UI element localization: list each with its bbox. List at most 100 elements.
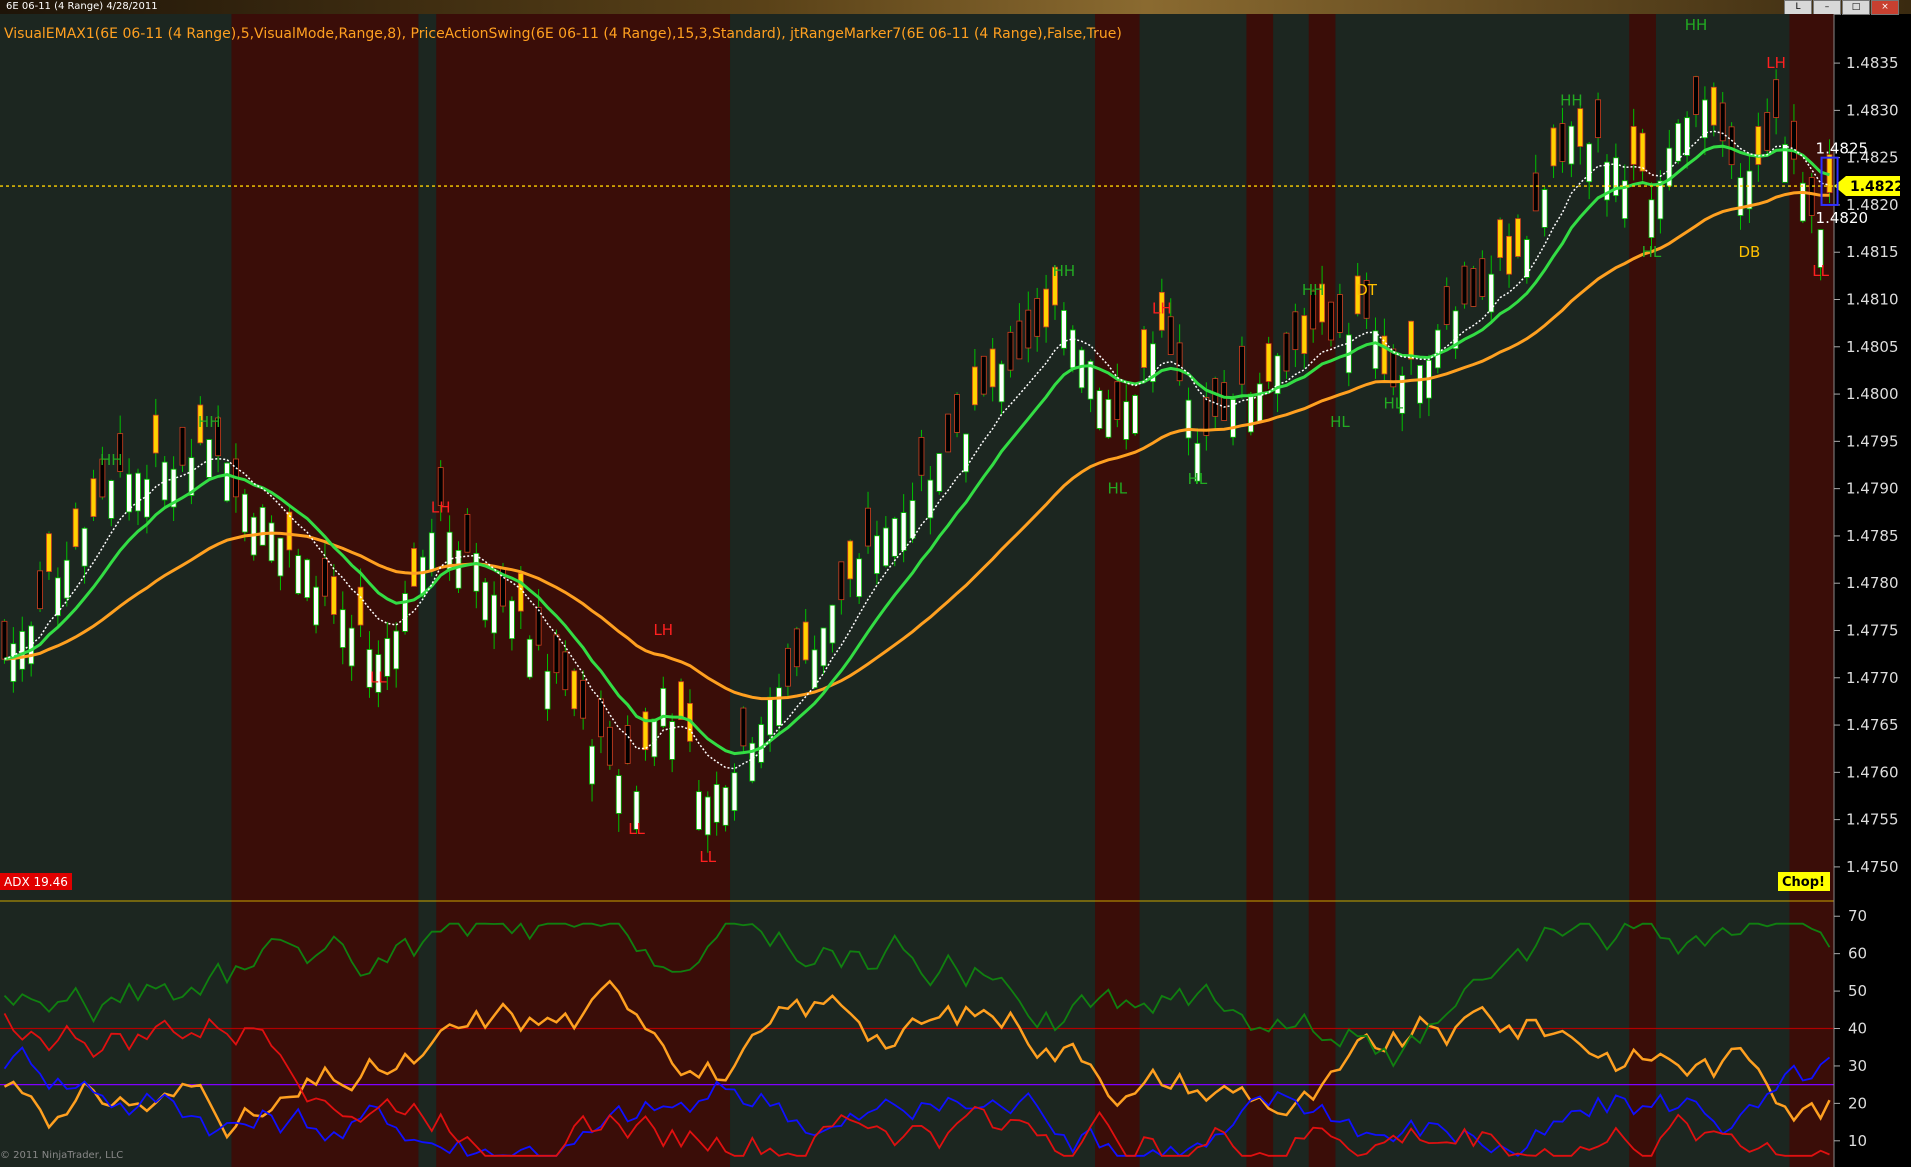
candle-body [1434,329,1441,369]
price-axis-label: 1.4835 [1846,54,1899,72]
chart-canvas[interactable]: HH HH LH LL LH LL LL HH LH HL HL HH DT HL HL HH HL HH LH DB… [0,14,1911,1167]
price-axis-label: 1.4780 [1846,574,1899,592]
chop-region [1308,14,1336,1167]
price-axis-label: 1.4805 [1846,338,1899,356]
candle-body [1043,288,1049,328]
price-axis-label: 1.4770 [1846,669,1899,687]
candle-body [393,630,400,670]
candle-body [1506,235,1512,275]
price-axis-label: 1.4765 [1846,716,1899,734]
current-price-tag: 1.4822 [1834,176,1904,197]
candle-body [909,500,916,539]
candle-body [544,670,551,710]
candle-body [126,473,132,513]
candle-body [464,513,471,553]
adx-badge-text: ADX 19.46 [4,875,68,889]
candle-body [313,586,319,626]
candle-body [1515,218,1521,257]
candle-body [758,724,765,763]
osc-axis-label: 70 [1848,907,1867,925]
candle-body [348,627,355,667]
chop-region [1095,14,1140,1167]
candle-body [322,557,328,597]
candle-body [785,647,791,687]
candle-body [330,576,337,615]
candle-body [1141,329,1147,368]
candle-body [553,634,560,674]
oscillator-axis[interactable]: 70 60 50 40 30 20 10 [1834,907,1867,1150]
candle-body [455,549,462,589]
candle-body [1710,86,1717,126]
candle-body [1737,177,1744,216]
candle-body [259,507,266,546]
candle-body [1479,258,1486,297]
candle-body [713,784,720,823]
candle-body [1443,286,1450,325]
swing-label: LL [699,848,716,866]
candle-body [1693,76,1699,115]
candle-body [152,414,159,454]
candle-body [1630,126,1637,165]
candle-body [1523,239,1530,278]
candle-body [509,600,515,640]
candle-body [874,535,880,575]
maximize-button[interactable]: □ [1842,0,1870,15]
candle-body [642,711,649,751]
minimize-button[interactable]: – [1813,0,1841,15]
price-axis-label: 1.4760 [1846,763,1899,781]
chop-badge-text: Chop! [1782,875,1825,890]
candle-body [1372,330,1379,370]
candle-body [1541,189,1548,228]
swing-label: HH [100,451,123,469]
osc-axis-label: 50 [1848,982,1867,1000]
candle-body [856,558,863,598]
candle-body [1657,180,1664,220]
candle-body [81,527,88,567]
candle-body [660,688,667,727]
candle-body [918,437,925,476]
candle-body [419,556,426,596]
candle-body [304,559,311,599]
candle-body [1408,320,1415,360]
candle-body [1755,126,1762,165]
candle-body [526,638,533,678]
candle-body [954,394,960,433]
candle-body [473,552,480,592]
candle-body [1096,390,1103,429]
candle-body [10,643,17,682]
price-axis-label: 1.4795 [1846,432,1899,450]
link-button[interactable]: L [1784,0,1812,15]
candle-body [624,725,631,764]
candle-body [1265,343,1272,382]
chop-region [436,14,731,1167]
candle-body [989,348,996,388]
swing-label: LH [653,621,673,639]
price-axis-label: 1.4790 [1846,480,1899,498]
candle-body [1550,127,1557,167]
window-titlebar: 6E 06-11 (4 Range) 4/28/2011 L – □ × [0,0,1911,15]
candle-body [224,462,230,502]
candle-body [1185,399,1192,439]
candle-body [1105,399,1112,438]
swing-label: DB [1739,243,1761,261]
window-title: 6E 06-11 (4 Range) 4/28/2011 [6,1,158,12]
candle-body [1577,108,1584,147]
candle-body [72,508,79,548]
swing-label: HH [1302,281,1325,299]
candle-body [865,507,871,547]
candle-body [63,559,70,599]
close-button[interactable]: × [1871,0,1899,15]
candle-body [1167,316,1174,355]
swing-label: HL [1642,243,1662,261]
candle-body [482,581,489,621]
swing-label: LH [431,498,451,516]
current-price-value: 1.4822 [1850,179,1904,195]
range-bottom-label: 1.4820 [1816,209,1869,227]
candle-body [1497,219,1504,258]
swing-label: HL [1188,470,1208,488]
candle-body [339,609,346,648]
swing-label: LH [1152,300,1172,318]
candle-body [1336,294,1343,333]
candle-body [37,570,43,610]
candle-body [1719,102,1726,142]
